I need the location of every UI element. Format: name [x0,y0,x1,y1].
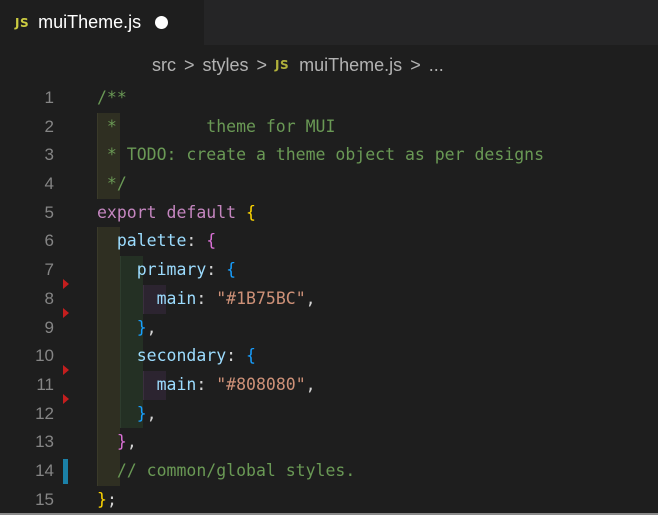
code-line[interactable]: 12 }, [0,399,658,429]
code-text: palette: { [97,227,216,256]
code-text: * theme for MUI [97,113,336,142]
code-token: : [186,231,207,251]
code-token: main [97,374,197,394]
code-token: } [97,489,107,509]
line-number: 1 [44,88,54,107]
code-token: } [97,403,147,423]
chevron-right-icon: > [184,54,195,75]
code-token: palette [97,231,187,251]
line-number: 8 [44,288,54,308]
modified-line-indicator[interactable] [63,458,68,484]
tab-muitheme[interactable]: JS muiTheme.js [0,0,204,45]
code-line[interactable]: 1 /** [0,84,658,113]
code-line[interactable]: 7 primary: { [0,256,658,290]
code-token: * TODO: create a theme object as per des… [97,145,545,165]
code-token: { [226,260,237,280]
code-token: secondary [97,346,227,366]
code-token: "#808080" [216,374,306,394]
code-token: : [196,288,217,308]
breadcrumb-item-symbols[interactable]: ... [429,55,444,76]
line-number: 11 [36,374,54,394]
chevron-right-icon: > [256,54,268,75]
code-text: * TODO: create a theme object as per des… [97,141,544,170]
code-line[interactable]: 3 * TODO: create a theme object as per d… [0,141,658,171]
breadcrumb: src > styles > JS muiTheme.js > ... [152,52,444,78]
code-line[interactable]: 14 // common/global styles. [0,456,658,486]
code-token: /** [97,88,127,107]
code-text: main: "#1B75BC", [97,285,316,314]
code-token: , [146,317,157,337]
code-text: }, [97,400,157,429]
code-token: , [305,374,316,394]
code-token: // common/global styles. [97,460,356,480]
code-text: }, [97,314,157,343]
line-number: 4 [44,174,54,194]
code-token: , [146,403,157,423]
code-token: */ [97,174,127,194]
code-token: "#1B75BC" [216,288,306,308]
breadcrumb-item-styles[interactable]: styles [203,55,249,76]
line-number: 10 [35,346,54,366]
line-number: 2 [44,116,54,136]
code-text: main: "#808080", [97,371,316,400]
tab-bar: JS muiTheme.js [0,0,658,45]
code-line[interactable]: 2 * theme for MUI [0,112,658,142]
code-token: * theme for MUI [97,116,336,136]
code-token: , [126,432,137,452]
code-token: } [97,432,127,452]
code-token: export default [97,202,247,222]
javascript-file-icon: JS [15,15,30,30]
code-token: } [97,317,147,337]
code-token: main [97,288,197,308]
code-token: : [226,346,247,366]
code-text: export default { [97,199,256,228]
code-line[interactable]: 9 }, [0,313,658,343]
code-token: : [196,374,217,394]
code-line[interactable]: 10 secondary: { [0,342,658,376]
code-text: secondary: { [97,342,256,371]
javascript-file-icon: JS [275,58,290,72]
line-number: 12 [35,403,54,423]
code-line[interactable]: 6 palette: { [0,227,658,257]
code-token: : [206,260,227,280]
code-text: }; [97,486,117,515]
code-editor[interactable]: 1/** 2 * theme for MUI 3 * TODO: create a … [0,84,658,514]
code-text: // common/global styles. [97,457,355,486]
code-line[interactable]: 8 main: "#1B75BC", [0,284,658,318]
unsaved-dot-icon[interactable] [155,16,169,29]
code-text: */ [97,170,127,199]
breadcrumb-item-src[interactable]: src [152,55,176,76]
code-text: primary: { [97,256,236,285]
breadcrumb-item-file[interactable]: muiTheme.js [299,55,402,76]
code-line[interactable]: 5 export default { [0,199,658,228]
code-token: { [246,202,256,222]
line-number: 3 [44,145,54,165]
code-line[interactable]: 15}; [0,486,658,515]
tab-label: muiTheme.js [38,12,142,32]
line-number: 6 [44,231,54,251]
code-text: }, [97,428,137,457]
line-number: 7 [44,260,54,280]
chevron-right-icon: > [410,54,421,75]
code-line[interactable]: 4 */ [0,170,658,199]
code-token: { [246,346,256,366]
line-number: 15 [35,489,54,509]
line-number: 13 [35,432,54,452]
code-token: primary [97,260,207,280]
code-line[interactable]: 13 }, [0,428,658,457]
line-number: 14 [35,460,54,480]
line-number: 9 [44,317,54,337]
line-number: 5 [44,202,54,222]
code-token: { [206,231,217,251]
code-token: , [305,288,316,308]
code-line[interactable]: 11 main: "#808080", [0,370,658,404]
code-text: /** [97,84,127,113]
code-token: ; [106,489,117,509]
